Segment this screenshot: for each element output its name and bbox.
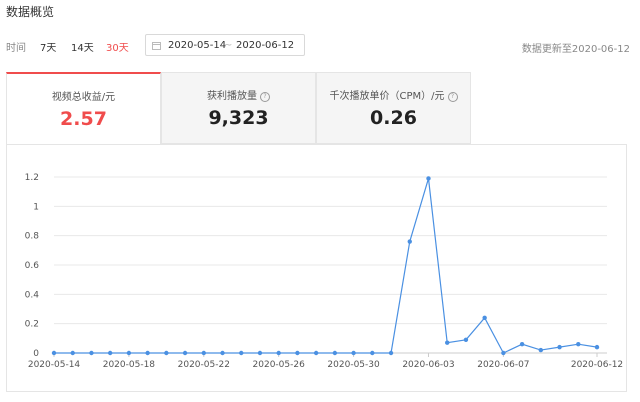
data-point — [463, 337, 469, 342]
data-point — [164, 350, 169, 356]
revenue-chart-panel: 0 0.2 0.4 0.6 0.8 1 1.2 2020-05-14 2020-05-18 202… — [6, 144, 627, 392]
x-tick-label: 2020-05-30 — [327, 360, 380, 370]
data-point — [70, 350, 75, 356]
range-7-days[interactable]: 7天 — [40, 39, 56, 54]
data-point — [594, 344, 600, 350]
y-tick-label: 0.4 — [25, 290, 40, 300]
x-tick-label: 2020-05-26 — [253, 360, 306, 370]
page-title: 数据概览 — [6, 5, 55, 19]
data-point — [519, 342, 525, 347]
x-tick-label: 2020-06-12 — [571, 360, 623, 370]
calendar-icon — [152, 41, 161, 53]
data-point — [426, 176, 431, 181]
data-point — [182, 350, 188, 356]
data-point — [145, 350, 150, 356]
x-tick-label: 2020-05-22 — [178, 360, 230, 370]
data-point — [51, 350, 57, 356]
date-end: 2020-06-12 — [236, 40, 295, 51]
metric-label: 获利播放量? — [162, 87, 315, 102]
data-point — [557, 344, 562, 350]
metric-label: 视频总收益/元 — [51, 92, 116, 103]
y-tick-label: 0.2 — [25, 320, 39, 330]
data-updated-text: 数据更新至2020-06-12 — [521, 44, 630, 55]
metric-label: 千次播放单价（CPM）/元? — [317, 87, 470, 102]
y-tick-label: 0.6 — [25, 261, 40, 271]
data-point — [388, 350, 394, 356]
help-icon[interactable]: ? — [447, 92, 458, 102]
y-tick-label: 0.8 — [25, 232, 40, 242]
x-tick-label: 2020-05-14 — [28, 360, 81, 370]
data-point — [201, 350, 206, 356]
metric-tabs: 视频总收益/元 2.57 获利播放量? 9,323 千次播放单价（CPM）/元?… — [6, 72, 472, 146]
data-point — [107, 350, 113, 356]
date-start: 2020-05-14 — [168, 40, 227, 51]
data-point — [538, 347, 544, 353]
y-tick-label: 1.2 — [25, 173, 39, 183]
y-tick-label: 1 — [33, 202, 39, 212]
tab-profitable-plays[interactable]: 获利播放量? 9,323 — [161, 72, 316, 144]
x-tick-label: 2020-05-18 — [103, 360, 156, 370]
data-point — [501, 350, 506, 356]
date-range-picker[interactable]: 2020-05-14 ~ 2020-06-12 — [145, 34, 305, 56]
data-point — [445, 340, 450, 345]
metric-value: 2.57 — [60, 108, 107, 130]
revenue-line-chart: 0 0.2 0.4 0.6 0.8 1 1.2 2020-05-14 2020-05-18 202… — [25, 173, 623, 370]
data-point — [351, 350, 356, 356]
range-30-days[interactable]: 30天 — [106, 39, 129, 54]
filter-bar: 时间 7天 14天 30天 2020-05-14 ~ 2020-06-12 数据… — [6, 34, 630, 58]
data-point — [313, 350, 319, 356]
data-point — [126, 350, 132, 356]
data-point — [89, 350, 94, 356]
metric-value: 9,323 — [208, 107, 269, 129]
help-icon[interactable]: ? — [260, 92, 270, 102]
data-point — [482, 315, 487, 320]
tab-cpm[interactable]: 千次播放单价（CPM）/元? 0.26 — [316, 72, 471, 144]
data-point — [239, 350, 244, 356]
data-point — [407, 239, 412, 244]
data-point — [220, 350, 225, 356]
revenue-series-line — [54, 178, 598, 354]
range-14-days[interactable]: 14天 — [71, 39, 94, 54]
tab-total-revenue[interactable]: 视频总收益/元 2.57 — [6, 72, 161, 146]
date-separator: ~ — [224, 40, 233, 51]
time-label: 时间 — [6, 43, 26, 54]
y-tick-label: 0 — [33, 349, 39, 359]
data-point — [332, 350, 338, 356]
x-tick-label: 2020-06-03 — [402, 360, 454, 370]
data-point — [370, 350, 375, 356]
data-point — [576, 342, 581, 347]
metric-value: 0.26 — [370, 107, 417, 129]
x-tick-label: 2020-06-07 — [477, 360, 529, 370]
data-point — [257, 350, 263, 356]
data-point — [276, 350, 281, 356]
data-point — [295, 350, 300, 356]
